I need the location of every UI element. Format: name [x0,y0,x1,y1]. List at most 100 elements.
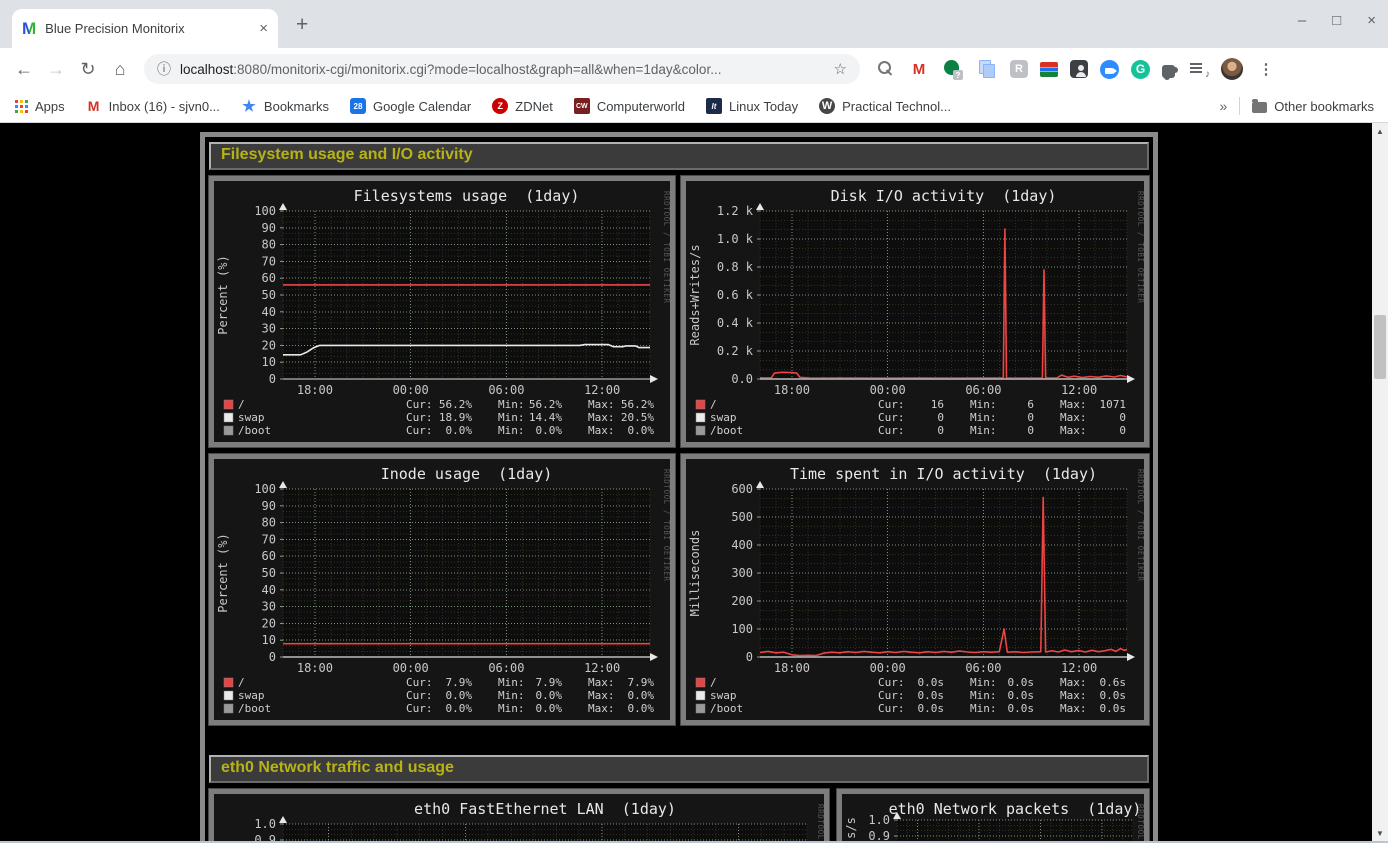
page-info-icon[interactable]: ⓘ [157,59,171,79]
url-text[interactable]: localhost:8080/monitorix-cgi/monitorix.c… [180,62,825,77]
bookmarks-overflow-icon[interactable]: » [1220,98,1228,114]
scroll-up-icon[interactable]: ▲ [1372,123,1388,139]
legend-col-label: Cur: [878,676,905,689]
legend-swatch [696,426,705,435]
back-icon[interactable]: ← [8,59,40,80]
scrollbar-thumb[interactable] [1374,315,1386,379]
graph-panel-inode-usage[interactable]: Inode usage (1day)0102030405060708090100… [209,454,675,725]
bookmark-item[interactable]: W Practical Technol... [819,98,951,114]
legend-value-max: 0 [1119,411,1126,424]
legend-value-max: 0.0% [628,424,655,437]
graph-title: Time spent in I/O activity (1day) [790,465,1097,483]
wordpress-icon: W [819,98,835,114]
legend-col-label: Cur: [406,702,433,715]
maximize-icon[interactable]: □ [1332,12,1341,29]
graph-title: Disk I/O activity (1day) [831,187,1057,205]
bookmark-item[interactable]: ZZDNet [492,98,553,114]
bookmark-star-icon[interactable]: ☆ [834,60,847,78]
address-bar[interactable]: ⓘ localhost:8080/monitorix-cgi/monitorix… [144,54,860,84]
bookmark-item[interactable]: ★Bookmarks [241,98,329,114]
x-tick-label: 18:00 [297,661,333,675]
menu-icon[interactable]: ⋮ [1255,58,1277,80]
legend-col-label: Max: [1060,689,1087,702]
playlist-icon[interactable] [1187,58,1209,80]
avatar-icon[interactable] [1221,58,1243,80]
y-tick-label: 0 [269,650,276,664]
zdnet-icon: Z [492,98,508,114]
legend-value-cur: 56.2% [439,398,472,411]
puzzle-icon[interactable] [1162,65,1175,78]
copy-icon[interactable] [976,58,998,80]
legend-value-min: 56.2% [529,398,562,411]
legend-col-label: Min: [498,702,525,715]
bookmark-item[interactable]: ltLinux Today [706,98,798,114]
bookmark-item[interactable]: 28Google Calendar [350,98,471,114]
legend-value-max: 20.5% [621,411,654,424]
y-tick-label: 90 [262,221,276,235]
graphs-container: Filesystem usage and I/O activityFilesys… [200,132,1158,843]
rrdtool-watermark: RRDTOOL / TOBI OETIKER [1136,804,1144,843]
y-axis-label: s/s [844,817,858,839]
home-icon[interactable]: ⌂ [104,59,136,80]
legend-col-label: Max: [588,398,615,411]
cw-icon: CW [574,98,590,114]
books-icon[interactable] [1040,62,1058,77]
legend-col-label: Min: [498,689,525,702]
apps-icon [14,99,28,113]
y-tick-label: 60 [262,549,276,563]
linuxtoday-icon: lt [706,98,722,114]
y-tick-label: 0 [746,650,753,664]
legend-col-label: Cur: [406,411,433,424]
legend-value-min: 14.4% [529,411,562,424]
tab-title: Blue Precision Monitorix [45,21,250,36]
scroll-down-icon[interactable]: ▼ [1372,825,1388,841]
bookmark-label: Practical Technol... [842,99,951,114]
silhouette-icon[interactable] [1070,60,1088,78]
graph-eth0-packets: eth0 Network packets (1day)0.91.018:0000… [842,794,1144,843]
other-bookmarks-button[interactable]: Other bookmarks [1252,99,1374,114]
legend-label: /boot [710,702,743,715]
graph-panel-eth0-packets[interactable]: eth0 Network packets (1day)0.91.018:0000… [837,789,1149,843]
chat-icon[interactable] [942,58,964,80]
x-tick-label: 12:00 [584,661,620,675]
bookmarks-divider [1239,97,1240,115]
close-icon[interactable]: × [1367,12,1376,29]
legend-col-label: Min: [970,689,997,702]
legend-col-label: Cur: [406,424,433,437]
bookmark-item[interactable]: Apps [14,99,65,114]
legend-label: /boot [238,424,271,437]
legend-col-label: Cur: [878,424,905,437]
legend-col-label: Max: [1060,398,1087,411]
legend-col-label: Cur: [878,398,905,411]
r-app-icon[interactable]: R [1010,60,1028,78]
graph-panel-disk-io[interactable]: Disk I/O activity (1day)0.00.2 k0.4 k0.6… [681,176,1149,447]
scrollbar[interactable]: ▲ ▼ [1372,123,1388,843]
bookmark-item[interactable]: MInbox (16) - sjvn0... [86,98,220,114]
y-tick-label: 40 [262,305,276,319]
tab-close-icon[interactable]: × [259,20,268,37]
legend-value-max: 0 [1119,424,1126,437]
zoom-cam-icon[interactable] [1100,60,1119,79]
browser-toolbar: ← → ↻ ⌂ ⓘ localhost:8080/monitorix-cgi/m… [0,48,1388,90]
y-tick-label: 40 [262,583,276,597]
legend-value-min: 0.0s [1008,702,1035,715]
graph-disk-io: Disk I/O activity (1day)0.00.2 k0.4 k0.6… [686,181,1144,442]
graph-panel-eth0-lan[interactable]: eth0 FastEthernet LAN (1day)0.80.91.018:… [209,789,829,843]
bookmark-item[interactable]: CWComputerworld [574,98,685,114]
reload-icon[interactable]: ↻ [72,59,104,80]
browser-tab[interactable]: M Blue Precision Monitorix × [12,9,278,48]
forward-icon[interactable]: → [40,59,72,80]
grammarly-icon[interactable]: G [1131,60,1150,79]
legend-col-label: Min: [498,411,525,424]
rrdtool-watermark: RRDTOOL / TOBI OETIKER [1136,469,1144,582]
search-icon[interactable] [874,58,896,80]
legend-label: / [238,398,245,411]
graph-io-time: Time spent in I/O activity (1day)0100200… [686,459,1144,720]
legend-swatch [224,413,233,422]
graph-panel-io-time[interactable]: Time spent in I/O activity (1day)0100200… [681,454,1149,725]
new-tab-button[interactable]: + [296,13,308,37]
minimize-icon[interactable]: – [1298,12,1306,29]
gmail-icon[interactable]: M [908,58,930,80]
legend-value-cur: 0.0% [446,424,473,437]
graph-panel-filesystems-usage[interactable]: Filesystems usage (1day)0102030405060708… [209,176,675,447]
